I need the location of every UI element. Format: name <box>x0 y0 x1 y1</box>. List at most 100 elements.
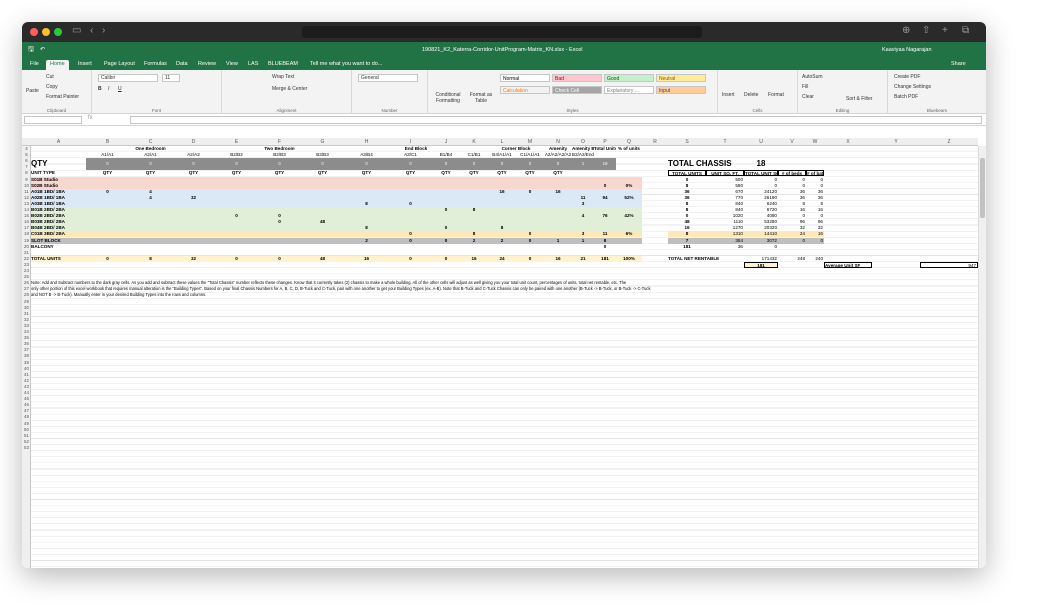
total-units-g[interactable]: 48 <box>301 256 344 262</box>
cell-style-bad[interactable]: Bad <box>552 74 602 82</box>
right-table-cell[interactable] <box>806 244 824 250</box>
row-header-46[interactable]: 46 <box>22 402 31 407</box>
row-header-4[interactable]: 4 <box>22 146 31 151</box>
save-icon[interactable]: 🖫 <box>28 45 34 56</box>
tab-formulas[interactable]: Formulas <box>140 60 171 68</box>
column-header-e[interactable]: E <box>215 139 258 145</box>
column-header-l[interactable]: L <box>488 139 516 145</box>
tabs-overview-icon[interactable]: ⧉ <box>962 25 969 36</box>
tab-bluebeam[interactable]: BLUEBEAM <box>264 60 302 68</box>
bold-button[interactable]: B <box>98 86 102 92</box>
tab-las[interactable]: LAS <box>244 60 262 68</box>
row-header-24[interactable]: 24 <box>22 268 31 273</box>
row-header-9[interactable]: 9 <box>22 177 31 182</box>
row-header-36[interactable]: 36 <box>22 341 31 346</box>
row-header-40[interactable]: 40 <box>22 366 31 371</box>
row-header-34[interactable]: 34 <box>22 329 31 334</box>
share-button[interactable]: Share <box>947 60 970 68</box>
row-header-17[interactable]: 17 <box>22 225 31 230</box>
font-name-select[interactable]: Calibri <box>98 74 158 82</box>
number-format-select[interactable]: General <box>358 74 418 82</box>
total-beds-value[interactable]: 248 <box>778 256 806 262</box>
tab-view[interactable]: View <box>222 60 242 68</box>
row-header-27[interactable]: 27 <box>22 286 31 291</box>
chassis-input-g[interactable]: 0 <box>301 158 344 171</box>
vertical-scrollbar[interactable] <box>978 146 986 568</box>
row-header-38[interactable]: 38 <box>22 353 31 358</box>
close-window-button[interactable] <box>30 28 38 36</box>
chassis-input-b[interactable]: 0 <box>86 158 129 171</box>
fx-icon[interactable]: fx <box>88 115 93 121</box>
cell-style-good[interactable]: Good <box>604 74 654 82</box>
right-table-cell[interactable]: 36 <box>706 244 744 250</box>
column-header-k[interactable]: K <box>460 139 488 145</box>
column-header-m[interactable]: M <box>516 139 544 145</box>
row-header-43[interactable]: 43 <box>22 384 31 389</box>
scroll-thumb[interactable] <box>980 158 985 218</box>
cut-button[interactable]: Cut <box>46 74 54 80</box>
average-units-value[interactable]: 181 <box>744 261 778 268</box>
sheet-cells[interactable]: One Bedroom Two Bedroom End Block Corner Bl… <box>31 146 978 568</box>
right-table-cell[interactable]: 181 <box>668 244 706 250</box>
chassis-input-i[interactable]: 0 <box>389 158 432 171</box>
chassis-input-d[interactable]: 0 <box>172 158 215 171</box>
chassis-input-h[interactable]: 0 <box>344 158 389 171</box>
chassis-input-f[interactable]: 0 <box>258 158 301 171</box>
average-unit-sf-value[interactable]: 947 <box>920 261 978 268</box>
tab-page-layout[interactable]: Page Layout <box>100 60 139 68</box>
average-unit-sf-label[interactable]: Average Unit SF <box>824 261 872 268</box>
row-header-39[interactable]: 39 <box>22 360 31 365</box>
create-pdf-button[interactable]: Create PDF <box>894 74 920 80</box>
total-units-h[interactable]: 16 <box>344 256 389 262</box>
tab-file[interactable]: File <box>26 60 43 68</box>
total-units-b[interactable]: 0 <box>86 256 129 262</box>
total-chassis-label[interactable]: TOTAL CHASSIS <box>668 158 744 170</box>
column-header-c[interactable]: C <box>129 139 172 145</box>
row-header-7[interactable]: 7 <box>22 164 31 169</box>
row-header-8[interactable]: 8 <box>22 170 31 175</box>
back-arrow-icon[interactable]: ‹ <box>90 25 93 36</box>
total-units-k[interactable]: 16 <box>460 256 488 262</box>
chassis-input-l[interactable]: 0 <box>488 158 516 171</box>
merge-center-button[interactable]: Merge & Center <box>272 86 307 92</box>
total-units-m[interactable]: 0 <box>516 256 544 262</box>
batch-pdf-button[interactable]: Batch PDF <box>894 94 918 100</box>
minimize-window-button[interactable] <box>42 28 50 36</box>
change-settings-button[interactable]: Change Settings <box>894 84 931 90</box>
column-header-p[interactable]: P <box>594 139 616 145</box>
total-net-rentable-label[interactable]: TOTAL NET RENTABLE <box>668 256 744 262</box>
total-units-c[interactable]: 8 <box>129 256 172 262</box>
row-header-50[interactable]: 50 <box>22 427 31 432</box>
total-units-f[interactable]: 0 <box>258 256 301 262</box>
tell-me-box[interactable]: Tell me what you want to do... <box>306 60 386 68</box>
total-units-q[interactable]: 100% <box>616 256 642 262</box>
group-header-percent-units[interactable]: % of units <box>616 146 642 152</box>
row-header-11[interactable]: 11 <box>22 189 31 194</box>
total-baths-value[interactable]: 240 <box>806 256 824 262</box>
download-icon[interactable]: ⊕ <box>902 25 910 36</box>
column-header-n[interactable]: N <box>544 139 572 145</box>
user-name[interactable]: Kaaviyaa Nagarajan <box>882 47 932 53</box>
italic-button[interactable]: I <box>108 86 109 92</box>
row-header-29[interactable]: 29 <box>22 299 31 304</box>
column-header-h[interactable]: H <box>344 139 389 145</box>
row-header-45[interactable]: 45 <box>22 396 31 401</box>
right-table-cell[interactable] <box>778 244 806 250</box>
cell-style-normal[interactable]: Normal <box>500 74 550 82</box>
conditional-formatting-button[interactable]: Conditional Formatting <box>432 92 464 104</box>
row-header-20[interactable]: 20 <box>22 244 31 249</box>
autosum-button[interactable]: AutoSum <box>802 74 823 80</box>
tab-home[interactable]: Home <box>46 60 69 70</box>
fill-button[interactable]: Fill <box>802 84 808 90</box>
total-units-n[interactable]: 16 <box>544 256 572 262</box>
column-header-w[interactable]: W <box>806 139 824 145</box>
row-header-37[interactable]: 37 <box>22 347 31 352</box>
row-header-42[interactable]: 42 <box>22 378 31 383</box>
cell-style-calculation[interactable]: Calculation <box>500 86 550 94</box>
row-header-28[interactable]: 28 <box>22 292 31 297</box>
column-header-s[interactable]: S <box>668 139 706 145</box>
tab-review[interactable]: Review <box>194 60 220 68</box>
total-units-j[interactable]: 0 <box>432 256 460 262</box>
chassis-input-e[interactable]: 0 <box>215 158 258 171</box>
group-header-total-units[interactable]: Total Units <box>594 146 616 152</box>
